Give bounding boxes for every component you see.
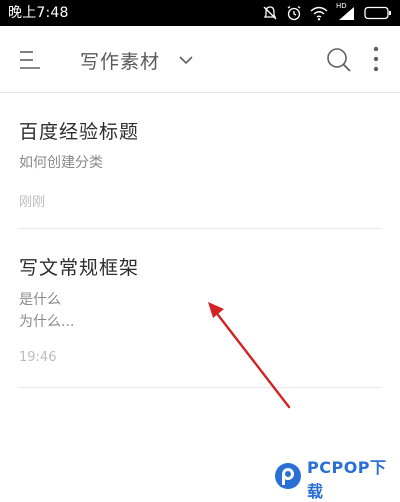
note-divider bbox=[19, 387, 382, 388]
pcpop-logo-icon bbox=[273, 461, 303, 495]
watermark-logo: PCPOP下载 bbox=[273, 458, 400, 501]
note-item[interactable]: 百度经验标题 如何创建分类 刚刚 bbox=[0, 93, 400, 229]
menu-button[interactable] bbox=[14, 46, 44, 74]
note-time: 19:46 bbox=[19, 350, 57, 365]
note-snippet: 是什么 bbox=[19, 292, 61, 308]
signal-icon: HD bbox=[336, 2, 356, 21]
search-button[interactable] bbox=[324, 45, 354, 75]
search-icon bbox=[324, 48, 354, 79]
note-snippet: 为什么... bbox=[19, 314, 75, 330]
status-time: 晚上7:48 bbox=[8, 5, 69, 21]
category-dropdown[interactable]: 写作素材 bbox=[80, 47, 194, 73]
menu-icon bbox=[14, 51, 44, 78]
dnd-icon bbox=[262, 5, 278, 21]
watermark-text: PCPOP下载 bbox=[307, 458, 387, 501]
wifi-icon bbox=[310, 5, 328, 21]
note-title: 写文常规框架 bbox=[19, 257, 140, 279]
note-snippet: 如何创建分类 bbox=[19, 155, 103, 171]
battery-icon bbox=[364, 6, 392, 20]
chevron-down-icon bbox=[178, 51, 194, 70]
note-title: 百度经验标题 bbox=[19, 121, 140, 143]
alarm-icon bbox=[286, 5, 302, 21]
note-time: 刚刚 bbox=[19, 195, 46, 210]
note-item[interactable]: 写文常规框架 是什么 为什么... 19:46 bbox=[0, 229, 400, 389]
category-title: 写作素材 bbox=[80, 50, 161, 73]
more-options-button[interactable] bbox=[366, 42, 386, 78]
more-vertical-icon bbox=[366, 46, 386, 82]
toolbar: 写作素材 bbox=[0, 26, 400, 92]
status-bar: 晚上7:48 HD bbox=[0, 0, 400, 26]
status-icons: HD bbox=[262, 2, 392, 22]
